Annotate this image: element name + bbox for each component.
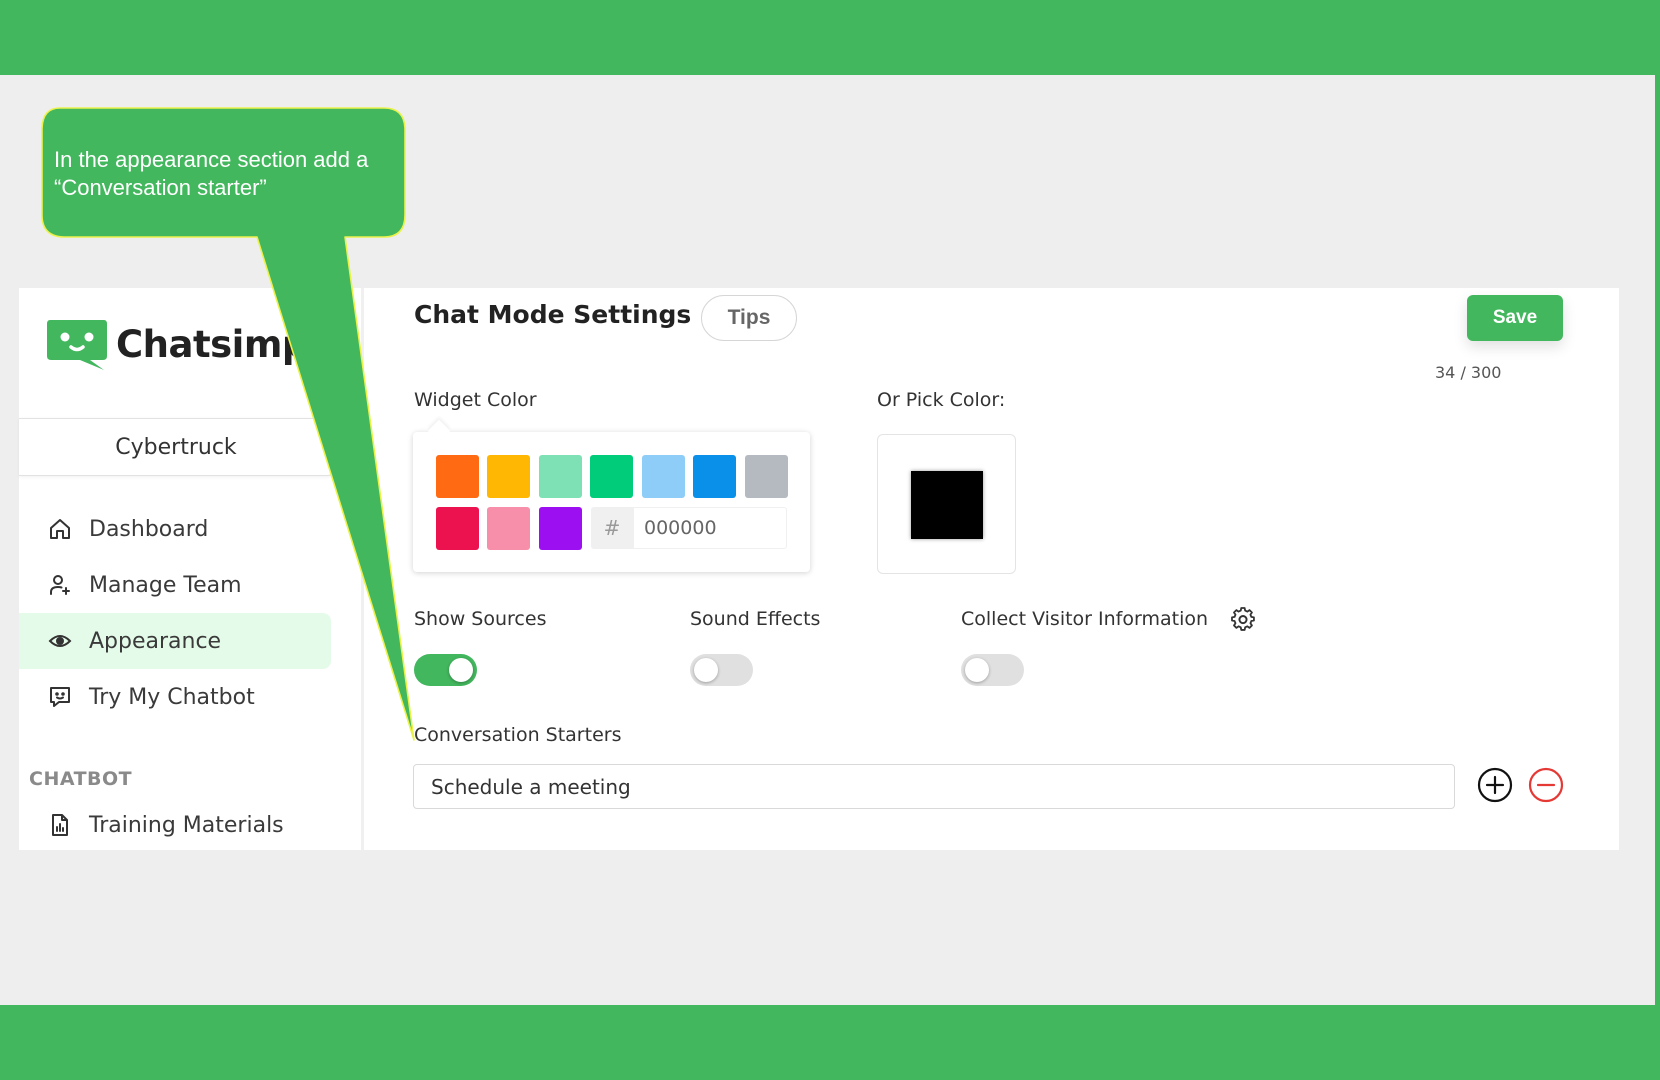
remove-starter-button[interactable] bbox=[1528, 767, 1564, 806]
minus-circle-icon bbox=[1528, 767, 1564, 806]
color-swatch[interactable] bbox=[539, 455, 582, 498]
sound-effects-toggle[interactable] bbox=[690, 654, 753, 686]
chatbot-face-icon bbox=[46, 318, 108, 370]
sidebar: Chatsimp Cybertruck Dashboard Manage Tea… bbox=[19, 288, 364, 850]
tips-button[interactable]: Tips bbox=[701, 295, 797, 341]
sidebar-item-label: Training Materials bbox=[89, 812, 284, 838]
conversation-starter-input[interactable] bbox=[413, 764, 1455, 809]
color-swatch[interactable] bbox=[642, 455, 685, 498]
brand-name: Chatsimp bbox=[116, 322, 308, 366]
sidebar-item-appearance[interactable]: Appearance bbox=[19, 613, 331, 669]
sound-effects-label: Sound Effects bbox=[690, 608, 821, 630]
color-picker-box[interactable] bbox=[877, 434, 1016, 574]
toggle-knob bbox=[449, 658, 473, 682]
color-swatch[interactable] bbox=[487, 455, 530, 498]
sidebar-item-label: Try My Chatbot bbox=[89, 684, 255, 710]
toggle-knob bbox=[694, 658, 718, 682]
color-swatch[interactable] bbox=[487, 507, 530, 550]
hex-color-input[interactable] bbox=[633, 507, 787, 549]
sidebar-item-dashboard[interactable]: Dashboard bbox=[19, 501, 331, 557]
color-swatch[interactable] bbox=[436, 507, 479, 550]
workspace-selector[interactable]: Cybertruck bbox=[19, 418, 334, 476]
sidebar-item-training-materials[interactable]: Training Materials bbox=[19, 797, 331, 853]
gear-icon[interactable] bbox=[1230, 606, 1256, 636]
conversation-starters-label: Conversation Starters bbox=[414, 724, 622, 746]
collect-visitor-label: Collect Visitor Information bbox=[961, 608, 1209, 630]
sidebar-item-label: Appearance bbox=[89, 628, 222, 654]
page-title: Chat Mode Settings bbox=[414, 300, 692, 329]
picked-color-swatch[interactable] bbox=[911, 471, 983, 539]
sidebar-item-label: Dashboard bbox=[89, 516, 209, 542]
top-banner bbox=[0, 0, 1660, 75]
color-swatch[interactable] bbox=[436, 455, 479, 498]
widget-color-label: Widget Color bbox=[414, 389, 537, 411]
color-swatch[interactable] bbox=[745, 455, 788, 498]
eye-icon bbox=[47, 628, 73, 654]
callout-text: In the appearance section add a “Convers… bbox=[54, 147, 369, 200]
section-label-chatbot: CHATBOT bbox=[29, 768, 133, 790]
sidebar-item-label: Manage Team bbox=[89, 572, 242, 598]
character-counter: 34 / 300 bbox=[1435, 363, 1502, 382]
show-sources-label: Show Sources bbox=[414, 608, 547, 630]
toggle-knob bbox=[965, 658, 989, 682]
home-icon bbox=[47, 516, 73, 542]
sidebar-item-manage-team[interactable]: Manage Team bbox=[19, 557, 331, 613]
show-sources-toggle[interactable] bbox=[414, 654, 477, 686]
bottom-banner bbox=[0, 1005, 1660, 1080]
hex-hash-prefix: # bbox=[591, 507, 633, 549]
document-chart-icon bbox=[47, 812, 73, 838]
pick-color-label: Or Pick Color: bbox=[877, 389, 1006, 411]
user-plus-icon bbox=[47, 572, 73, 598]
brand-logo[interactable]: Chatsimp bbox=[46, 318, 308, 370]
save-button[interactable]: Save bbox=[1467, 295, 1563, 341]
plus-circle-icon bbox=[1477, 767, 1513, 806]
sidebar-item-try-my-chatbot[interactable]: Try My Chatbot bbox=[19, 669, 331, 725]
color-swatch[interactable] bbox=[539, 507, 582, 550]
add-starter-button[interactable] bbox=[1477, 767, 1513, 806]
color-swatch[interactable] bbox=[590, 455, 633, 498]
right-banner-edge bbox=[1655, 75, 1660, 1005]
color-swatch-picker: # bbox=[413, 432, 810, 572]
color-swatch[interactable] bbox=[693, 455, 736, 498]
collect-visitor-toggle[interactable] bbox=[961, 654, 1024, 686]
chat-smile-icon bbox=[47, 684, 73, 710]
